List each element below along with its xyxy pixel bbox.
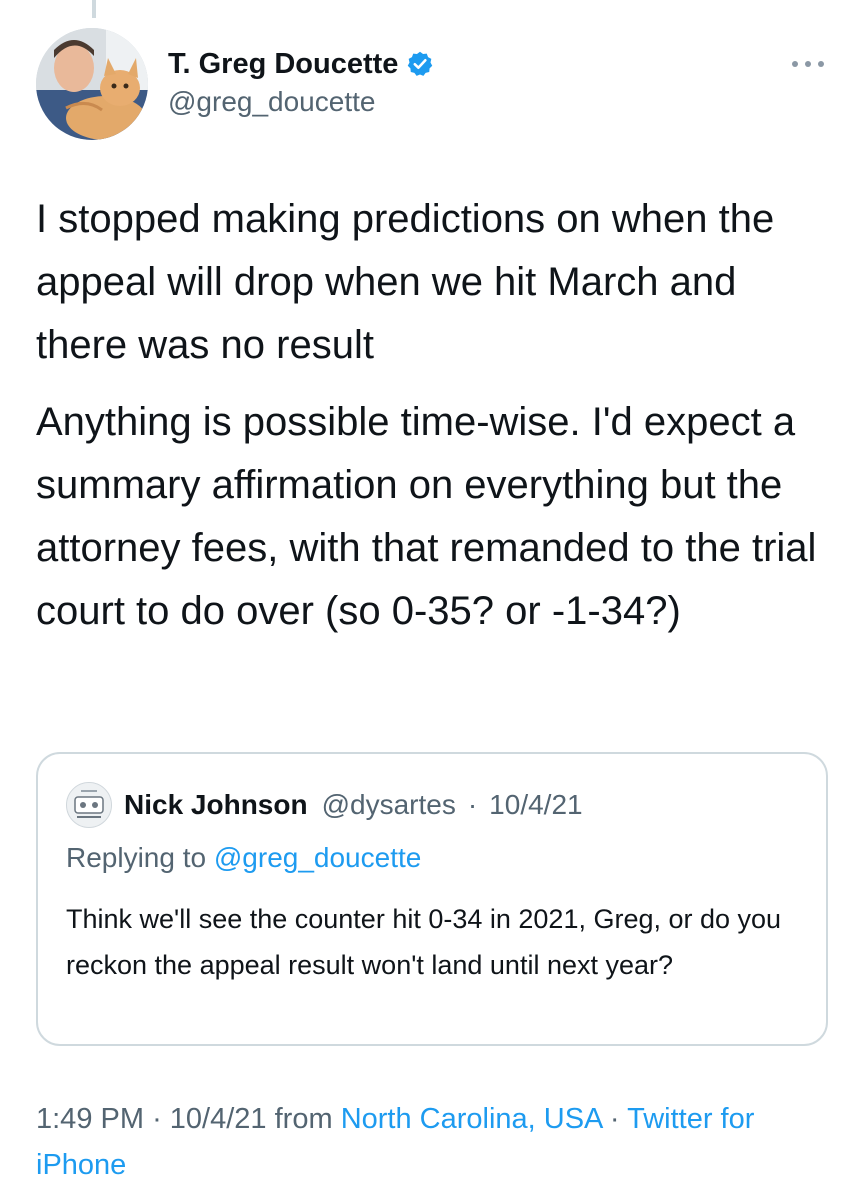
quoted-author-name: Nick Johnson bbox=[124, 789, 308, 820]
from-label: from bbox=[274, 1103, 333, 1135]
quoted-author-handle: @dysartes bbox=[321, 789, 456, 820]
tweet-paragraph: Anything is possible time-wise. I'd expe… bbox=[36, 400, 817, 633]
replying-to-label: Replying to bbox=[66, 842, 207, 873]
tweet-body: I stopped making predictions on when the… bbox=[36, 188, 836, 643]
tweet-paragraph: I stopped making predictions on when the… bbox=[36, 197, 775, 367]
quoted-tweet-body: Think we'll see the counter hit 0-34 in … bbox=[66, 904, 782, 980]
tweet-location-link[interactable]: North Carolina, USA bbox=[341, 1103, 602, 1135]
meta-separator: · bbox=[609, 1103, 620, 1135]
quoted-author-avatar bbox=[66, 782, 112, 828]
quoted-separator: · bbox=[467, 789, 478, 820]
meta-separator: · bbox=[152, 1103, 162, 1135]
author-handle[interactable]: @greg_doucette bbox=[168, 84, 434, 120]
more-dot bbox=[792, 61, 798, 67]
avatar-photo-icon bbox=[36, 28, 148, 140]
tweet-time[interactable]: 1:49 PM bbox=[36, 1103, 144, 1135]
tweet-metadata: 1:49 PM · 10/4/21 from North Carolina, U… bbox=[36, 1096, 836, 1188]
more-options-icon[interactable] bbox=[788, 52, 828, 76]
more-dot bbox=[805, 61, 811, 67]
cartoon-avatar-icon bbox=[67, 783, 111, 827]
author-avatar[interactable] bbox=[36, 28, 148, 140]
tweet-date[interactable]: 10/4/21 bbox=[170, 1103, 267, 1135]
quoted-replying-to: Replying to @greg_doucette bbox=[66, 838, 421, 878]
more-dot bbox=[818, 61, 824, 67]
quoted-tweet-header: Nick Johnson @dysartes · 10/4/21 bbox=[66, 782, 583, 828]
quoted-tweet-card[interactable]: Nick Johnson @dysartes · 10/4/21 Replyin… bbox=[36, 752, 828, 1046]
verified-badge-icon bbox=[406, 50, 434, 78]
author-display-name[interactable]: T. Greg Doucette bbox=[168, 46, 398, 82]
author-identity: T. Greg Doucette @greg_doucette bbox=[168, 46, 434, 120]
replying-to-mention[interactable]: @greg_doucette bbox=[214, 842, 421, 873]
quoted-date: 10/4/21 bbox=[489, 789, 583, 820]
thread-connector-line bbox=[92, 0, 96, 18]
